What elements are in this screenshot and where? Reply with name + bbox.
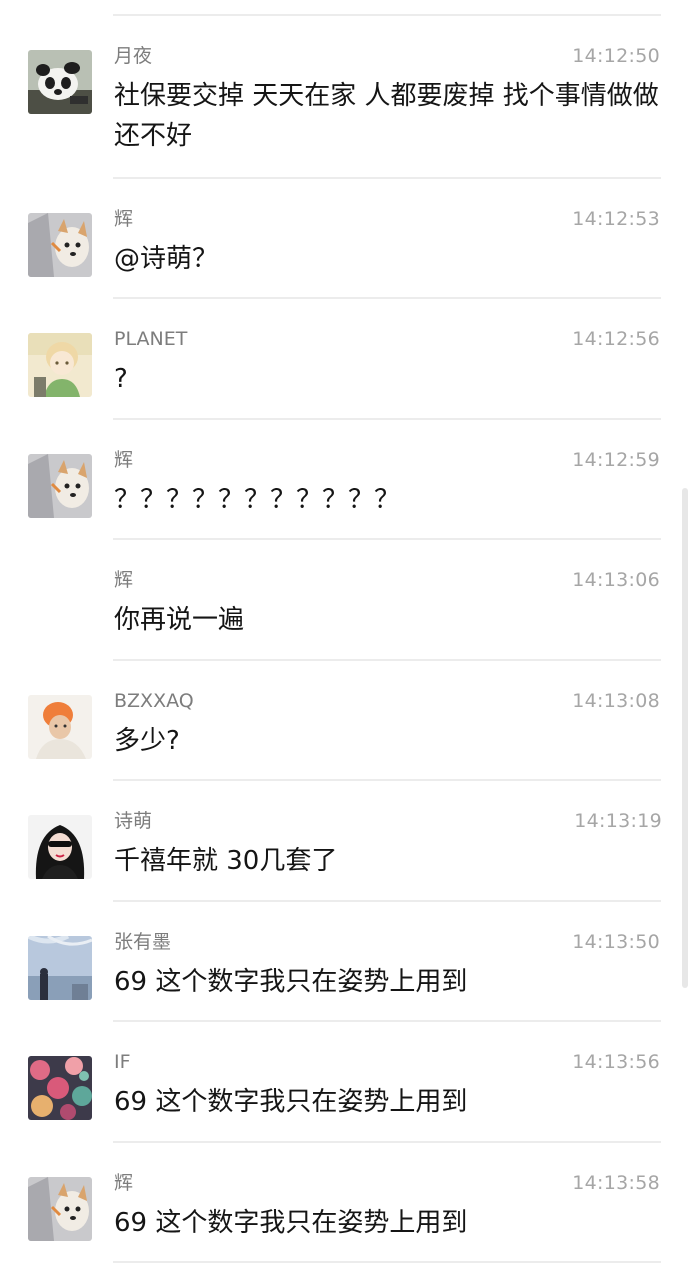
message-item[interactable]: 诗萌 14:13:19 千禧年就 30几套了	[0, 782, 690, 902]
message-item[interactable]: 辉 14:13:06 你再说一遍	[0, 541, 690, 661]
message-text: @诗萌？	[114, 244, 219, 274]
sender-name: 辉	[114, 449, 134, 471]
message-item[interactable]: 辉 14:13:58 69 这个数字我只在姿势上用到	[0, 1144, 690, 1264]
dog-avatar[interactable]	[28, 1177, 92, 1241]
divider	[113, 659, 661, 661]
divider	[113, 1261, 661, 1263]
sender-name: 诗萌	[114, 810, 153, 832]
message-item[interactable]: 辉 14:12:59 ？？？？？？？？？？？	[0, 421, 690, 541]
message-text: 你再说一遍	[114, 605, 245, 635]
message-time: 14:13:56	[572, 1051, 660, 1073]
sender-name: 辉	[114, 569, 134, 591]
flowers-avatar[interactable]	[28, 1056, 92, 1120]
divider	[113, 297, 661, 299]
divider	[113, 1141, 661, 1143]
message-time: 14:12:59	[572, 449, 660, 471]
divider	[113, 177, 661, 179]
message-time: 14:13:19	[574, 810, 662, 832]
sender-name: IF	[114, 1051, 131, 1073]
message-text: 69 这个数字我只在姿势上用到	[114, 967, 468, 997]
divider	[113, 418, 661, 420]
message-item[interactable]: IF 14:13:56 69 这个数字我只在姿势上用到	[0, 1023, 690, 1143]
scrollbar[interactable]	[682, 488, 688, 988]
divider	[113, 14, 661, 16]
message-item[interactable]: 辉 14:12:53 @诗萌？	[0, 180, 690, 300]
sender-name: PLANET	[114, 328, 188, 350]
message-item[interactable]: 月夜 14:12:50 社保要交掉 天天在家 人都要废掉 找个事情做做还不好	[0, 17, 690, 151]
message-time: 14:13:06	[572, 569, 660, 591]
message-time: 14:12:50	[572, 45, 660, 67]
sender-name: 辉	[114, 208, 134, 230]
dog-avatar[interactable]	[28, 213, 92, 277]
divider	[113, 900, 661, 902]
message-text: 千禧年就 30几套了	[114, 846, 338, 876]
message-text: 社保要交掉 天天在家 人都要废掉 找个事情做做还不好	[114, 81, 659, 151]
orange-hair-avatar[interactable]	[28, 695, 92, 759]
sender-name: 辉	[114, 1172, 134, 1194]
message-item[interactable]: PLANET 14:12:56 ?	[0, 300, 690, 420]
message-text: 69 这个数字我只在姿势上用到	[114, 1087, 468, 1117]
chat-message-list[interactable]: 月夜 14:12:50 社保要交掉 天天在家 人都要废掉 找个事情做做还不好 辉…	[0, 0, 690, 1280]
divider	[113, 1020, 661, 1022]
message-text: ?	[114, 364, 128, 394]
sender-name: BZXXAQ	[114, 690, 194, 712]
dog-avatar[interactable]	[28, 454, 92, 518]
message-text: 69 这个数字我只在姿势上用到	[114, 1208, 468, 1238]
message-time: 14:12:56	[572, 328, 660, 350]
message-item[interactable]: 张有墨 14:13:50 69 这个数字我只在姿势上用到	[0, 903, 690, 1023]
sender-name: 张有墨	[114, 931, 172, 953]
message-text: 多少?	[114, 726, 180, 756]
message-time: 14:12:53	[572, 208, 660, 230]
message-item[interactable]: BZXXAQ 14:13:08 多少?	[0, 662, 690, 782]
anime-boy-avatar[interactable]	[28, 333, 92, 397]
blue-sky-avatar[interactable]	[28, 936, 92, 1000]
sender-name: 月夜	[114, 45, 153, 67]
girl-sunglasses-avatar[interactable]	[28, 815, 92, 879]
panda-avatar[interactable]	[28, 50, 92, 114]
divider	[113, 779, 661, 781]
message-time: 14:13:08	[572, 690, 660, 712]
divider	[113, 538, 661, 540]
message-time: 14:13:50	[572, 931, 660, 953]
message-text: ？？？？？？？？？？？	[114, 485, 401, 515]
message-time: 14:13:58	[572, 1172, 660, 1194]
